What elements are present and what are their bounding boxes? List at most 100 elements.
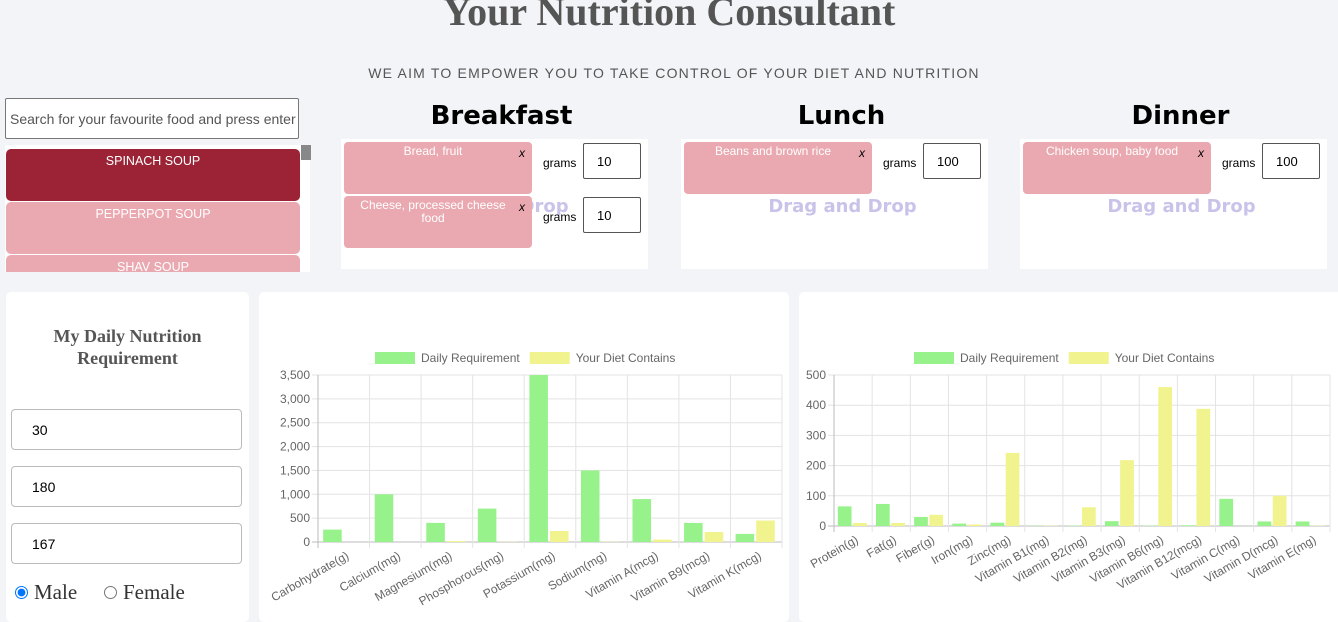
minerals-chart: Daily Requirement Your Diet Contains 0 500 1…	[259, 292, 789, 607]
grams-label: grams	[543, 210, 576, 224]
y-tick-label: 1,500	[280, 463, 310, 477]
meal-item-name: Chicken soup, baby food	[1046, 144, 1178, 158]
y-tick-label: 0	[303, 535, 310, 549]
bar-diet	[1006, 453, 1020, 526]
food-item-pepperpot-soup[interactable]: PEPPERPOT SOUP	[6, 202, 300, 254]
bar-daily	[1181, 525, 1195, 526]
legend-swatch	[375, 352, 415, 364]
food-search-input[interactable]	[5, 98, 299, 139]
meal-item-name: Bread, fruit	[404, 144, 463, 158]
bar-daily	[990, 523, 1004, 526]
y-tick-label: 2,500	[280, 416, 310, 430]
grams-label: grams	[883, 156, 916, 170]
x-tick-label: Fat(g)	[864, 532, 899, 560]
page-subtitle: WE AIM TO EMPOWER YOU TO TAKE CONTROL OF…	[0, 65, 1338, 81]
y-tick-label: 100	[806, 489, 826, 503]
legend-label: Your Diet Contains	[1115, 351, 1215, 365]
dinner-heading: Dinner	[1027, 101, 1334, 131]
weight-input[interactable]	[11, 523, 242, 564]
bar-daily	[952, 524, 966, 526]
bar-daily	[838, 506, 852, 526]
gender-female-radio[interactable]: Female	[104, 580, 185, 605]
legend-swatch	[530, 352, 570, 364]
x-tick-label: Fiber(g)	[893, 532, 936, 565]
food-item-spinach-soup[interactable]: SPINACH SOUP	[6, 149, 300, 201]
y-tick-label: 500	[806, 368, 826, 382]
meal-item-name: Beans and brown rice	[715, 144, 831, 158]
vitamins-chart: Daily RequirementYour Diet Contains01002…	[799, 292, 1338, 607]
female-label: Female	[123, 580, 185, 605]
requirement-title: My Daily Nutrition Requirement	[6, 325, 249, 369]
bar-diet	[1196, 409, 1210, 526]
meal-item[interactable]: Bread, fruit x	[344, 142, 532, 194]
legend-label: Daily Requirement	[960, 351, 1059, 365]
food-list: SPINACH SOUP PEPPERPOT SOUP SHAV SOUP	[5, 145, 310, 272]
meal-item[interactable]: Beans and brown rice x	[684, 142, 872, 194]
x-tick-label: Carbohydrate(g)	[269, 548, 352, 604]
bar-daily	[375, 494, 394, 542]
bar-daily	[1219, 499, 1233, 526]
grams-input[interactable]	[1262, 143, 1320, 179]
lunch-heading: Lunch	[688, 101, 995, 131]
bar-daily	[529, 375, 548, 542]
bar-daily	[1105, 521, 1119, 526]
grams-input[interactable]	[583, 143, 641, 179]
x-tick-label: Protein(g)	[808, 532, 861, 570]
grams-input[interactable]	[923, 143, 981, 179]
drop-hint: Drag and Drop	[689, 196, 996, 217]
gender-male-radio[interactable]: Male	[15, 580, 77, 605]
male-radio-button[interactable]	[15, 586, 28, 599]
bar-daily	[581, 470, 600, 542]
breakfast-drop-zone[interactable]: Drag and Drop Bread, fruitx grams Cheese…	[341, 139, 648, 269]
bar-daily	[1258, 521, 1272, 526]
vitamins-chart-panel: Daily RequirementYour Diet Contains01002…	[799, 292, 1338, 622]
grams-label: grams	[543, 156, 576, 170]
remove-icon[interactable]: x	[519, 147, 525, 160]
y-tick-label: 3,500	[280, 368, 310, 382]
height-input[interactable]	[11, 466, 242, 507]
minerals-chart-panel: Daily Requirement Your Diet Contains 0 500 1…	[259, 292, 789, 622]
bar-diet	[1158, 387, 1172, 526]
bar-diet	[1120, 460, 1134, 526]
legend-swatch	[914, 352, 954, 364]
bar-diet	[853, 523, 867, 526]
y-tick-label: 1,000	[280, 487, 310, 501]
bar-daily	[876, 504, 890, 526]
bar-diet	[929, 515, 943, 526]
age-input[interactable]	[11, 409, 242, 450]
bar-diet	[968, 524, 982, 526]
grams-input[interactable]	[583, 197, 641, 233]
meal-item[interactable]: Chicken soup, baby food x	[1023, 142, 1211, 194]
bar-diet	[1273, 496, 1287, 526]
bar-daily	[426, 523, 445, 542]
remove-icon[interactable]: x	[1198, 147, 1204, 160]
bar-daily	[736, 534, 755, 542]
bar-diet	[705, 532, 724, 542]
bar-daily	[323, 530, 342, 542]
y-tick-label: 2,000	[280, 440, 310, 454]
legend-swatch	[1069, 352, 1109, 364]
remove-icon[interactable]: x	[859, 147, 865, 160]
food-item-shav-soup[interactable]: SHAV SOUP	[6, 255, 300, 272]
x-tick-label: Phosphorous(mg)	[416, 548, 506, 607]
bar-diet	[756, 521, 775, 542]
y-tick-label: 400	[806, 398, 826, 412]
remove-icon[interactable]: x	[519, 201, 525, 214]
bar-daily	[632, 499, 651, 542]
dinner-drop-zone[interactable]: Drag and Drop Chicken soup, baby foodx g…	[1020, 139, 1327, 269]
bar-daily	[478, 509, 497, 542]
meal-item[interactable]: Cheese, processed cheese foodx	[344, 196, 532, 248]
bar-diet	[653, 540, 672, 542]
legend-label: Daily Requirement	[421, 351, 520, 365]
female-radio-button[interactable]	[104, 586, 117, 599]
bar-daily	[1296, 521, 1310, 526]
legend-label: Your Diet Contains	[576, 351, 676, 365]
food-list-scrollbar[interactable]	[301, 145, 311, 160]
lunch-drop-zone[interactable]: Drag and Drop Beans and brown ricex gram…	[681, 139, 988, 269]
requirement-panel: My Daily Nutrition Requirement Male Fema…	[6, 292, 249, 622]
y-tick-label: 200	[806, 459, 826, 473]
y-tick-label: 500	[290, 511, 310, 525]
y-tick-label: 300	[806, 428, 826, 442]
bar-diet	[447, 541, 466, 542]
y-tick-label: 3,000	[280, 392, 310, 406]
